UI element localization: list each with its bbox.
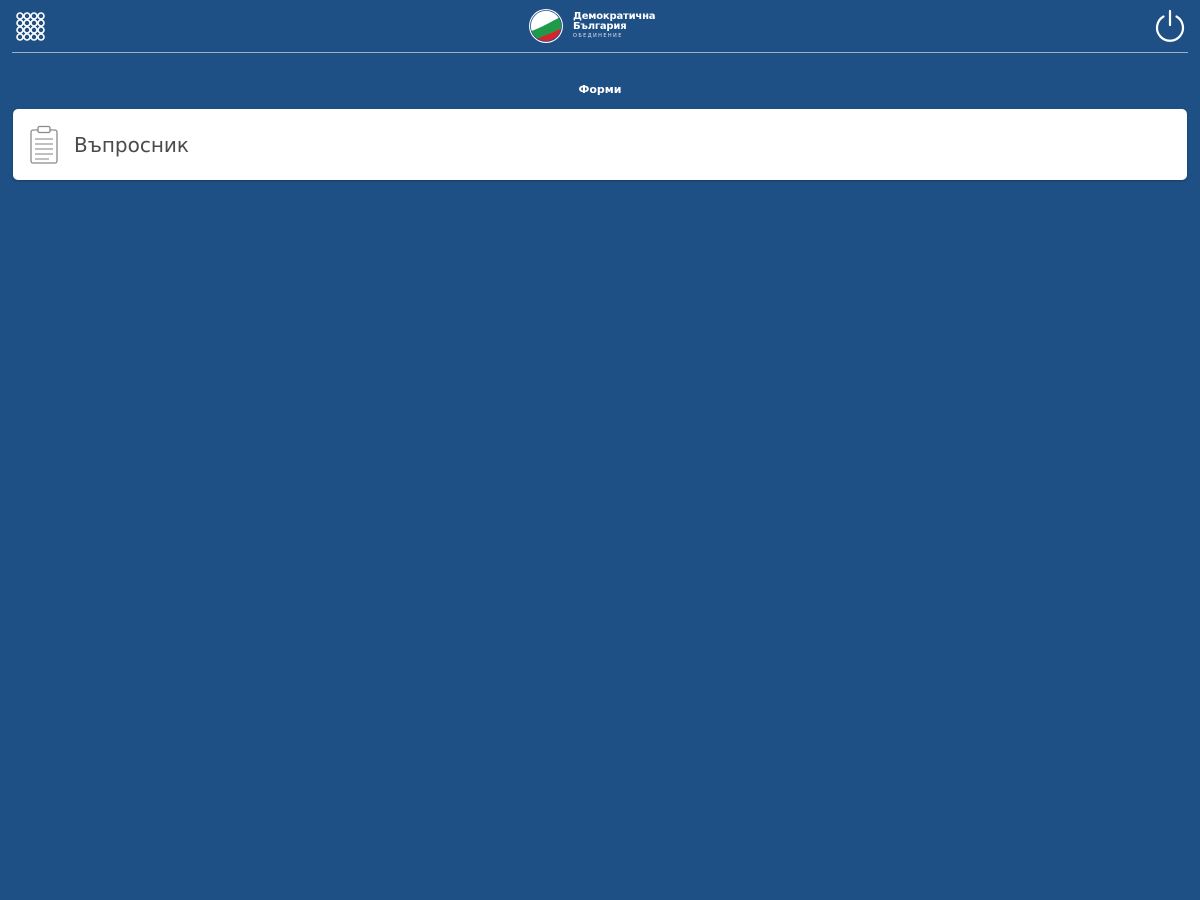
power-icon (1155, 9, 1185, 42)
app-screen: Демократична България ОБЕДИНЕНИЕ Форми В… (0, 0, 1200, 900)
logo-text: Демократична България ОБЕДИНЕНИЕ (573, 12, 656, 40)
power-button[interactable] (1152, 8, 1188, 44)
logo-title-line2: България (573, 21, 627, 32)
form-item-label: Въпросник (74, 132, 190, 157)
section-title: Форми (578, 83, 622, 96)
flag-circle-logo-icon (529, 9, 563, 43)
clipboard-icon (30, 125, 58, 164)
logo: Демократична България ОБЕДИНЕНИЕ (528, 8, 656, 44)
header-divider (12, 52, 1188, 53)
grid-menu-icon (16, 12, 45, 41)
top-bar: Демократична България ОБЕДИНЕНИЕ (0, 0, 1200, 52)
logo-subtitle: ОБЕДИНЕНИЕ (573, 33, 623, 39)
form-item-questionnaire[interactable]: Въпросник (13, 109, 1187, 180)
grid-menu-button[interactable] (14, 10, 48, 44)
